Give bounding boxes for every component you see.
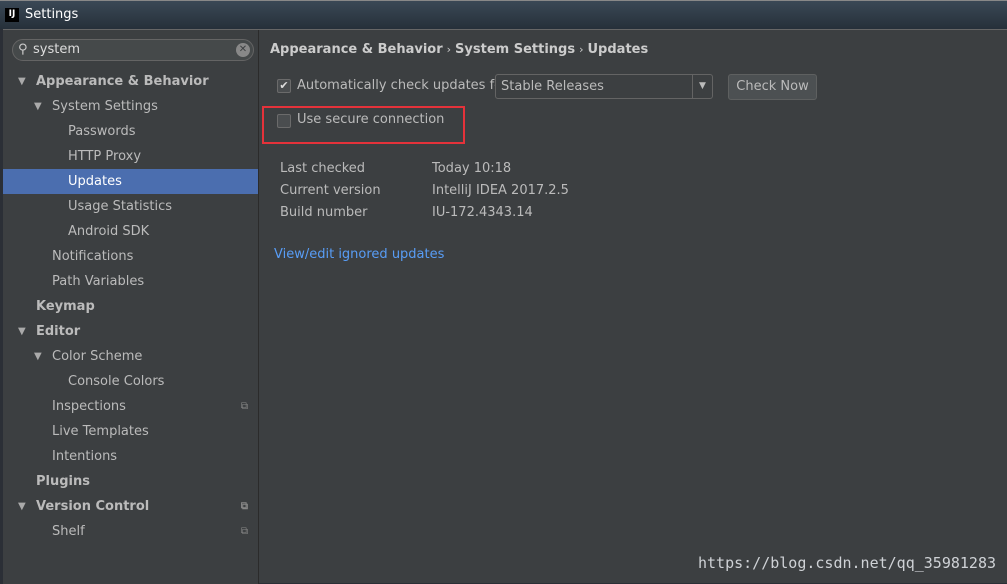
sidebar-item[interactable]: Console Colors xyxy=(3,369,258,394)
info-value: Today 10:18 xyxy=(432,161,512,176)
auto-check-label: Automatically check updates for xyxy=(297,78,508,93)
sidebar-item-label: Plugins xyxy=(36,474,90,489)
version-info: Last checked Today 10:18 Current version I… xyxy=(280,158,680,224)
breadcrumb-item: Appearance & Behavior xyxy=(270,42,443,57)
sidebar-item[interactable]: Keymap xyxy=(3,294,258,319)
info-key: Last checked xyxy=(280,161,366,176)
info-key: Current version xyxy=(280,183,381,198)
sidebar-item-label: Usage Statistics xyxy=(68,199,173,214)
project-settings-icon: ⧉ xyxy=(240,526,248,537)
sidebar-item-label: Editor xyxy=(36,324,81,339)
info-row: Current version IntelliJ IDEA 2017.2.5 xyxy=(280,180,680,202)
sidebar-item[interactable]: ▼ Appearance & Behavior xyxy=(3,69,258,94)
sidebar-item[interactable]: ▼ System Settings xyxy=(3,94,258,119)
sidebar-item[interactable]: Shelf ⧉ xyxy=(3,519,258,544)
info-row: Last checked Today 10:18 xyxy=(280,158,680,180)
sidebar-item[interactable]: Android SDK xyxy=(3,219,258,244)
search-input[interactable]: ⚲ system ✕ xyxy=(12,39,254,61)
search-icon: ⚲ xyxy=(18,42,28,57)
project-settings-icon: ⧉ xyxy=(240,501,248,512)
sidebar-item-label: Live Templates xyxy=(52,424,149,439)
info-row: Build number IU-172.4343.14 xyxy=(280,202,680,224)
sidebar-item-label: Version Control xyxy=(36,499,150,514)
sidebar-item-label: Shelf xyxy=(52,524,85,539)
sidebar-item[interactable]: Inspections ⧉ xyxy=(3,394,258,419)
sidebar-item-label: Keymap xyxy=(36,299,95,314)
clear-search-icon[interactable]: ✕ xyxy=(236,43,250,57)
expand-arrow-icon[interactable]: ▼ xyxy=(18,69,26,94)
project-settings-icon: ⧉ xyxy=(240,401,248,412)
sidebar-item[interactable]: HTTP Proxy xyxy=(3,144,258,169)
watermark: https://blog.csdn.net/qq_35981283 xyxy=(697,554,996,572)
sidebar-item[interactable]: Path Variables xyxy=(3,269,258,294)
expand-arrow-icon[interactable]: ▼ xyxy=(34,344,42,369)
sidebar-item[interactable]: Passwords xyxy=(3,119,258,144)
updates-panel: Appearance & Behavior › System Settings › Up… xyxy=(260,30,1007,583)
settings-dialog: ⚲ system ✕ ▼ Appearance & Behavior ▼ System… xyxy=(3,29,1007,584)
secure-connection-label: Use secure connection xyxy=(297,112,445,127)
intellij-logo: IJ xyxy=(5,8,19,22)
secure-connection-checkbox[interactable] xyxy=(277,114,291,128)
sidebar-item-label: System Settings xyxy=(52,99,158,114)
check-now-button[interactable]: Check Now xyxy=(728,74,817,100)
sidebar-item-label: Intentions xyxy=(52,449,118,464)
sidebar-item-label: Inspections xyxy=(52,399,126,414)
sidebar-item[interactable]: ▼ Editor xyxy=(3,319,258,344)
sidebar-item[interactable]: Live Templates xyxy=(3,419,258,444)
info-value: IntelliJ IDEA 2017.2.5 xyxy=(432,183,569,198)
sidebar-item[interactable]: Plugins xyxy=(3,469,258,494)
search-value: system xyxy=(33,42,80,57)
info-key: Build number xyxy=(280,205,368,220)
title-bar: IJ Settings xyxy=(0,0,1007,29)
sidebar-item[interactable]: ▼ Color Scheme xyxy=(3,344,258,369)
sidebar-item-label: Console Colors xyxy=(68,374,165,389)
sidebar-item[interactable]: Updates xyxy=(3,169,258,194)
window-title: Settings xyxy=(25,7,79,22)
sidebar-item-label: Passwords xyxy=(68,124,136,139)
sidebar-item[interactable]: ▼ Version Control ⧉ xyxy=(3,494,258,519)
chevron-down-icon[interactable]: ▼ xyxy=(692,75,712,98)
settings-tree: ▼ Appearance & Behavior ▼ System Settings Pa… xyxy=(3,69,258,544)
sidebar-item[interactable]: Intentions xyxy=(3,444,258,469)
breadcrumb-item: Updates xyxy=(587,42,649,57)
settings-sidebar: ⚲ system ✕ ▼ Appearance & Behavior ▼ System… xyxy=(3,30,259,584)
breadcrumb: Appearance & Behavior › System Settings › Up… xyxy=(270,42,649,57)
sidebar-item-label: Notifications xyxy=(52,249,134,264)
sidebar-item[interactable]: Usage Statistics xyxy=(3,194,258,219)
breadcrumb-item: System Settings xyxy=(455,42,576,57)
update-channel-value: Stable Releases xyxy=(501,79,604,94)
sidebar-item[interactable]: Notifications xyxy=(3,244,258,269)
sidebar-item-label: Updates xyxy=(68,174,122,189)
expand-arrow-icon[interactable]: ▼ xyxy=(18,494,26,519)
sidebar-item-label: Android SDK xyxy=(68,224,150,239)
info-value: IU-172.4343.14 xyxy=(432,205,533,220)
sidebar-item-label: Appearance & Behavior xyxy=(36,74,209,89)
ignored-updates-link[interactable]: View/edit ignored updates xyxy=(274,247,444,262)
sidebar-item-label: HTTP Proxy xyxy=(68,149,142,164)
expand-arrow-icon[interactable]: ▼ xyxy=(34,94,42,119)
sidebar-item-label: Color Scheme xyxy=(52,349,143,364)
auto-check-checkbox[interactable]: ✔ xyxy=(277,79,291,93)
expand-arrow-icon[interactable]: ▼ xyxy=(18,319,26,344)
sidebar-item-label: Path Variables xyxy=(52,274,145,289)
update-channel-select[interactable]: Stable Releases ▼ xyxy=(495,74,713,99)
